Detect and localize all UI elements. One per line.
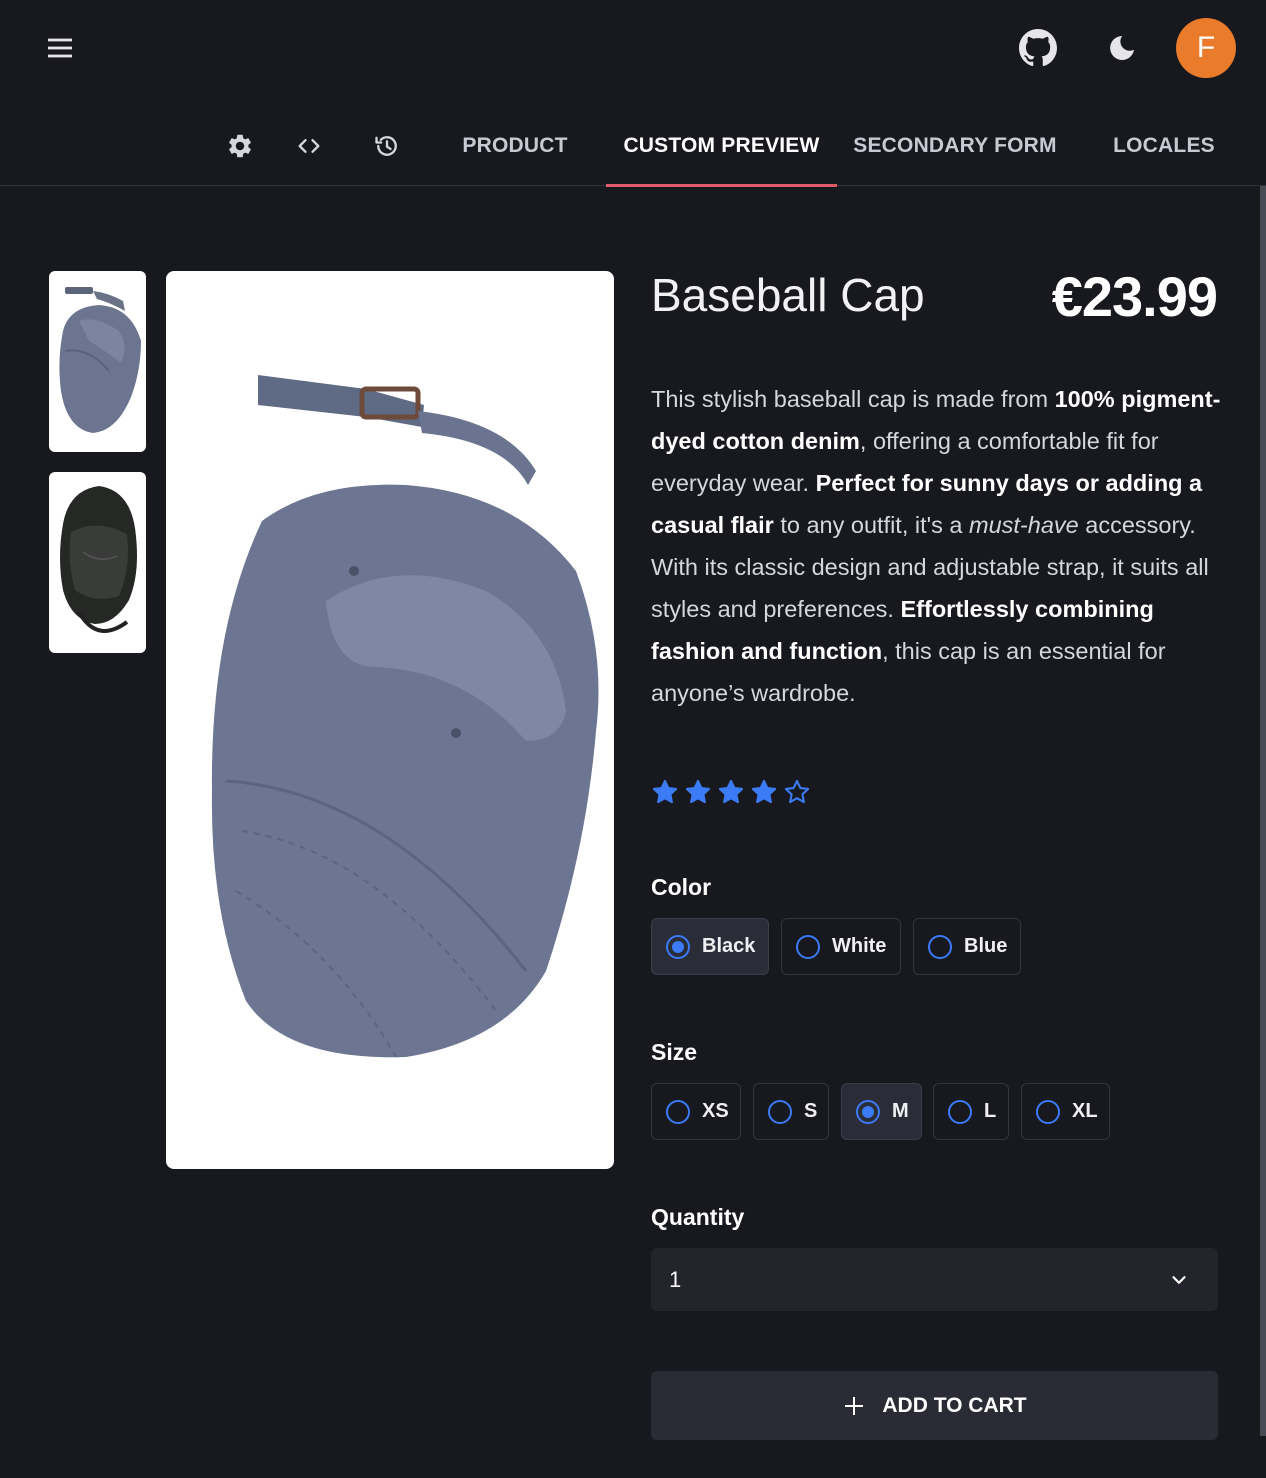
history-button[interactable] [367,126,407,166]
settings-button[interactable] [220,126,260,166]
top-app-bar: F [0,0,1266,96]
tab-product[interactable]: PRODUCT [440,106,590,186]
code-icon [298,139,320,153]
option-label: XS [702,1100,729,1122]
size-option-xl[interactable]: XL [1021,1083,1110,1140]
color-option-white[interactable]: White [781,918,901,975]
star-filled-icon[interactable] [717,778,745,806]
quantity-value: 1 [669,1266,682,1292]
scrollbar-thumb[interactable] [1260,186,1266,1436]
app: F PRODUCT CUSTOM PREVIEW SECONDARY FORM … [0,0,1266,1478]
moon-icon [1110,35,1134,60]
menu-icon [48,38,72,58]
color-label: Color [651,874,712,900]
quantity-label: Quantity [651,1204,745,1230]
description-emphasis: must-have [969,512,1079,538]
product-title: Baseball Cap [651,269,925,321]
settings-icon [229,134,251,158]
radio-icon [796,934,820,959]
history-icon [375,136,397,156]
star-filled-icon[interactable] [684,778,712,806]
quantity-select[interactable]: 1 [651,1248,1218,1311]
option-label: M [892,1100,909,1122]
radio-icon [1036,1099,1060,1124]
size-option-l[interactable]: L [933,1083,1009,1140]
color-option-blue[interactable]: Blue [913,918,1021,975]
radio-icon [666,934,690,959]
tab-custom-preview[interactable]: CUSTOM PREVIEW [606,106,837,187]
cap-image [211,375,599,1058]
star-filled-icon[interactable] [750,778,778,806]
cap-image [60,486,137,633]
description-text: This stylish baseball cap is made from [651,386,1055,412]
radio-icon [928,934,952,959]
size-label: Size [651,1039,698,1065]
product-thumbnail[interactable] [49,271,146,452]
github-icon [1019,29,1057,67]
radio-icon [856,1099,880,1124]
star-rating[interactable] [651,778,811,806]
option-label: L [984,1100,997,1122]
plus-icon [845,1396,864,1415]
size-option-xs[interactable]: XS [651,1083,741,1140]
product-description: This stylish baseball cap is made from 1… [651,378,1221,714]
code-button[interactable] [289,126,329,166]
radio-icon [768,1099,792,1124]
size-option-m[interactable]: M [841,1083,922,1140]
menu-button[interactable] [36,28,84,68]
github-button[interactable] [1014,24,1062,72]
cap-image [59,287,141,433]
option-label: S [804,1100,818,1122]
product-thumbnail[interactable] [49,472,146,653]
color-option-black[interactable]: Black [651,918,769,975]
option-label: Black [702,935,756,957]
radio-icon [948,1099,972,1124]
size-option-s[interactable]: S [753,1083,829,1140]
option-label: Blue [964,935,1008,957]
tab-bar: PRODUCT CUSTOM PREVIEW SECONDARY FORM LO… [0,106,1266,187]
tab-secondary-form[interactable]: SECONDARY FORM [845,106,1065,186]
theme-toggle-button[interactable] [1098,24,1146,72]
tab-locales[interactable]: LOCALES [1098,106,1230,186]
star-empty-icon[interactable] [783,778,811,806]
chevron-down-icon [1172,1275,1186,1284]
option-label: XL [1072,1100,1098,1122]
option-label: White [832,935,887,957]
add-to-cart-label: ADD TO CART [882,1393,1027,1417]
radio-icon [666,1099,690,1124]
product-main-image [166,271,614,1169]
description-text: to any outfit, it's a [773,512,969,538]
user-avatar[interactable]: F [1176,18,1236,78]
star-filled-icon[interactable] [651,778,679,806]
product-price: €23.99 [1051,265,1218,328]
add-to-cart-button[interactable]: ADD TO CART [651,1371,1218,1440]
